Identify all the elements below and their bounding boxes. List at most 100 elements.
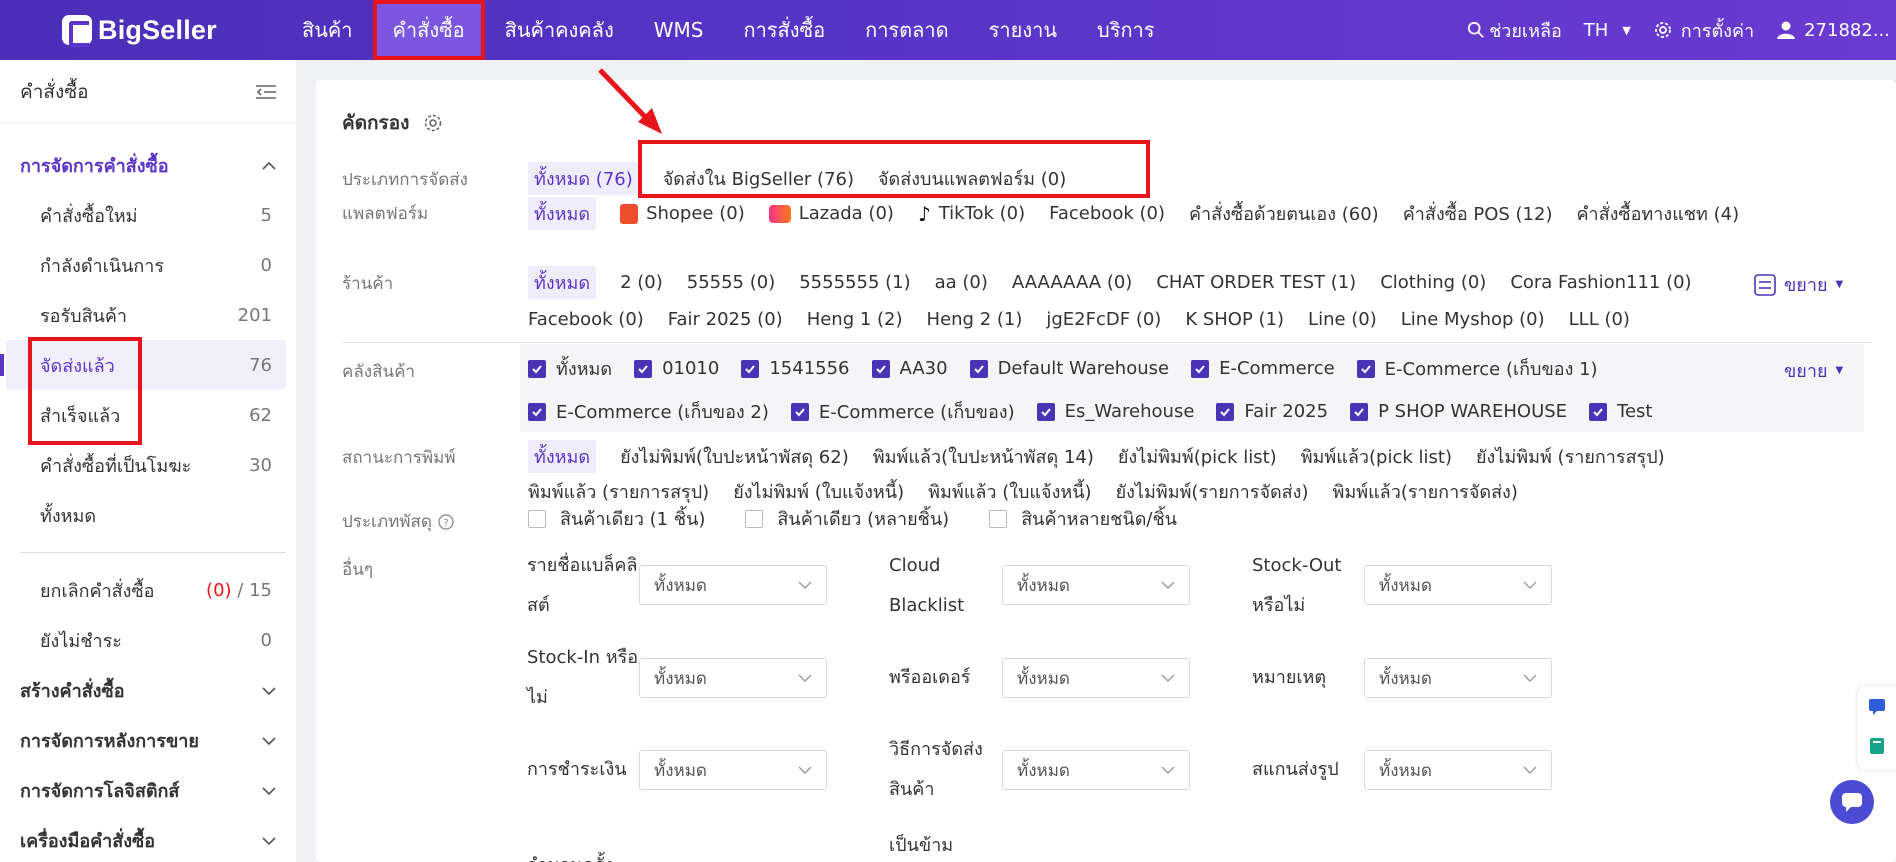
- warehouse-checkbox-all[interactable]: ทั้งหมด: [528, 354, 612, 383]
- note-select[interactable]: ทั้งหมด: [1364, 658, 1552, 698]
- print-status-option[interactable]: พิมพ์แล้ว (รายการสรุป): [528, 477, 709, 506]
- warehouse-checkbox[interactable]: Fair 2025: [1216, 401, 1328, 422]
- user-menu[interactable]: 271882...: [1776, 20, 1890, 41]
- settings-link[interactable]: การตั้งค่า: [1653, 16, 1754, 45]
- gear-icon[interactable]: [423, 113, 443, 133]
- stockin-select[interactable]: ทั้งหมด: [639, 658, 827, 698]
- nav-products[interactable]: สินค้า: [282, 0, 373, 60]
- print-status-option[interactable]: พิมพ์แล้ว (ใบแจ้งหนี้): [928, 477, 1091, 506]
- warehouse-checkbox[interactable]: E-Commerce: [1191, 358, 1335, 379]
- store-option[interactable]: Line Myshop (0): [1401, 309, 1545, 330]
- sidebar-item-all[interactable]: ทั้งหมด: [0, 490, 296, 540]
- payment-select[interactable]: ทั้งหมด: [639, 750, 827, 790]
- help-circle-icon[interactable]: ?: [438, 513, 454, 530]
- shipping-method-select[interactable]: ทั้งหมด: [1002, 750, 1190, 790]
- sidebar-item-unpaid[interactable]: ยังไม่ชำระ 0: [0, 615, 296, 665]
- store-option[interactable]: Cora Fashion111 (0): [1510, 272, 1691, 293]
- store-option[interactable]: LLL (0): [1569, 309, 1630, 330]
- store-option[interactable]: ทั้งหมด: [528, 266, 597, 299]
- store-option[interactable]: CHAT ORDER TEST (1): [1156, 272, 1356, 293]
- sidebar-item-shipped[interactable]: จัดส่งแล้ว 76: [0, 340, 286, 390]
- warehouse-checkbox[interactable]: E-Commerce (เก็บของ): [790, 397, 1015, 426]
- warehouse-checkbox[interactable]: 01010: [634, 358, 719, 379]
- warehouse-checkbox[interactable]: 1541556: [741, 358, 850, 379]
- scan-photo-select[interactable]: ทั้งหมด: [1364, 750, 1552, 790]
- store-option[interactable]: Heng 1 (2): [807, 309, 903, 330]
- warehouse-checkbox[interactable]: AA30: [871, 358, 948, 379]
- help-link[interactable]: ช่วยเหลือ: [1467, 16, 1562, 45]
- sidebar-group-order-tools[interactable]: เครื่องมือคำสั่งซื้อ: [0, 815, 296, 862]
- platform-pos[interactable]: คำสั่งซื้อ POS (12): [1403, 199, 1553, 228]
- feedback-icon[interactable]: [1867, 696, 1887, 716]
- nav-purchase[interactable]: การสั่งซื้อ: [723, 0, 845, 60]
- shipping-type-bigseller[interactable]: จัดส่งใน BigSeller (76): [663, 164, 854, 193]
- warehouse-checkbox[interactable]: Default Warehouse: [969, 358, 1169, 379]
- warehouse-expand-button[interactable]: ขยาย ▼: [1784, 356, 1843, 385]
- store-option[interactable]: AAAAAAA (0): [1012, 272, 1132, 293]
- print-status-option[interactable]: ยังไม่พิมพ์(รายการจัดส่ง): [1116, 477, 1309, 506]
- sidebar-item-cancelled[interactable]: ยกเลิกคำสั่งซื้อ (0) / 15: [0, 565, 296, 615]
- print-status-option[interactable]: ยังไม่พิมพ์ (ใบแจ้งหนี้): [733, 477, 904, 506]
- sidebar-group-after-sales[interactable]: การจัดการหลังการขาย: [0, 715, 296, 765]
- parcel-type-checkbox[interactable]: สินค้าหลายชนิด/ชิ้น: [989, 504, 1177, 533]
- platform-tiktok[interactable]: ♪ TikTok (0): [918, 202, 1025, 226]
- platform-all[interactable]: ทั้งหมด: [528, 197, 597, 230]
- store-expand-button[interactable]: ขยาย ▼: [1754, 270, 1843, 299]
- store-option[interactable]: K SHOP (1): [1185, 309, 1284, 330]
- bigseller-logo[interactable]: BigSeller: [62, 15, 282, 47]
- sidebar-item-completed[interactable]: สำเร็จแล้ว 62: [0, 390, 296, 440]
- warehouse-checkbox[interactable]: E-Commerce (เก็บของ 1): [1356, 354, 1598, 383]
- chat-button[interactable]: [1830, 780, 1874, 824]
- sidebar-group-order-management[interactable]: การจัดการคำสั่งซื้อ: [0, 140, 296, 190]
- nav-inventory[interactable]: สินค้าคงคลัง: [485, 0, 634, 60]
- store-option[interactable]: 55555 (0): [687, 272, 775, 293]
- cloud-blacklist-select[interactable]: ทั้งหมด: [1002, 565, 1190, 605]
- store-option[interactable]: aa (0): [935, 272, 988, 293]
- print-status-option[interactable]: ยังไม่พิมพ์(ใบปะหน้าพัสดุ 62): [620, 442, 849, 471]
- sidebar-group-logistics[interactable]: การจัดการโลจิสติกส์: [0, 765, 296, 815]
- store-option[interactable]: Fair 2025 (0): [668, 309, 783, 330]
- store-option[interactable]: Heng 2 (1): [927, 309, 1023, 330]
- book-icon[interactable]: [1867, 736, 1887, 756]
- platform-manual[interactable]: คำสั่งซื้อด้วยตนเอง (60): [1189, 199, 1379, 228]
- language-selector[interactable]: TH ▼: [1584, 20, 1631, 41]
- store-option[interactable]: Facebook (0): [528, 309, 644, 330]
- parcel-type-checkbox[interactable]: สินค้าเดียว (1 ชิ้น): [528, 504, 705, 533]
- warehouse-checkbox[interactable]: Es_Warehouse: [1036, 401, 1194, 422]
- platform-facebook[interactable]: Facebook (0): [1049, 203, 1165, 224]
- nav-wms[interactable]: WMS: [634, 0, 724, 60]
- platform-shopee[interactable]: Shopee (0): [620, 203, 745, 224]
- warehouse-checkbox[interactable]: E-Commerce (เก็บของ 2): [528, 397, 769, 426]
- print-status-option[interactable]: ทั้งหมด: [528, 440, 597, 473]
- store-option[interactable]: jgE2FcDF (0): [1046, 309, 1161, 330]
- sidebar-item-processing[interactable]: กำลังดำเนินการ 0: [0, 240, 296, 290]
- nav-orders[interactable]: คำสั่งซื้อ: [372, 0, 485, 60]
- nav-services[interactable]: บริการ: [1077, 0, 1175, 60]
- blacklist-select[interactable]: ทั้งหมด: [639, 565, 827, 605]
- print-status-option[interactable]: พิมพ์แล้ว(pick list): [1301, 442, 1452, 471]
- platform-lazada[interactable]: Lazada (0): [768, 203, 894, 224]
- parcel-type-checkbox[interactable]: สินค้าเดียว (หลายชิ้น): [745, 504, 949, 533]
- warehouse-checkbox[interactable]: P SHOP WAREHOUSE: [1350, 401, 1567, 422]
- store-option[interactable]: Clothing (0): [1380, 272, 1486, 293]
- print-status-option[interactable]: ยังไม่พิมพ์ (รายการสรุป): [1476, 442, 1665, 471]
- warehouse-checkbox[interactable]: Test: [1589, 401, 1653, 422]
- collapse-sidebar-icon[interactable]: [256, 84, 276, 100]
- sidebar-item-awaiting-pickup[interactable]: รอรับสินค้า 201: [0, 290, 296, 340]
- shipping-type-all[interactable]: ทั้งหมด (76): [528, 162, 639, 195]
- sidebar-item-void-orders[interactable]: คำสั่งซื้อที่เป็นโมฆะ 30: [0, 440, 296, 490]
- store-option[interactable]: 2 (0): [620, 272, 663, 293]
- print-status-option[interactable]: ยังไม่พิมพ์(pick list): [1118, 442, 1277, 471]
- nav-marketing[interactable]: การตลาด: [845, 0, 969, 60]
- print-status-option[interactable]: พิมพ์แล้ว(รายการจัดส่ง): [1332, 477, 1517, 506]
- store-option[interactable]: Line (0): [1308, 309, 1377, 330]
- sidebar-group-create-order[interactable]: สร้างคำสั่งซื้อ: [0, 665, 296, 715]
- stockout-select[interactable]: ทั้งหมด: [1364, 565, 1552, 605]
- print-status-option[interactable]: พิมพ์แล้ว(ใบปะหน้าพัสดุ 14): [873, 442, 1094, 471]
- shipping-type-platform[interactable]: จัดส่งบนแพลตฟอร์ม (0): [878, 164, 1066, 193]
- sidebar-item-new-orders[interactable]: คำสั่งซื้อใหม่ 5: [0, 190, 296, 240]
- platform-chat[interactable]: คำสั่งซื้อทางแชท (4): [1576, 199, 1739, 228]
- preorder-select[interactable]: ทั้งหมด: [1002, 658, 1190, 698]
- store-option[interactable]: 5555555 (1): [799, 272, 910, 293]
- nav-reports[interactable]: รายงาน: [969, 0, 1077, 60]
